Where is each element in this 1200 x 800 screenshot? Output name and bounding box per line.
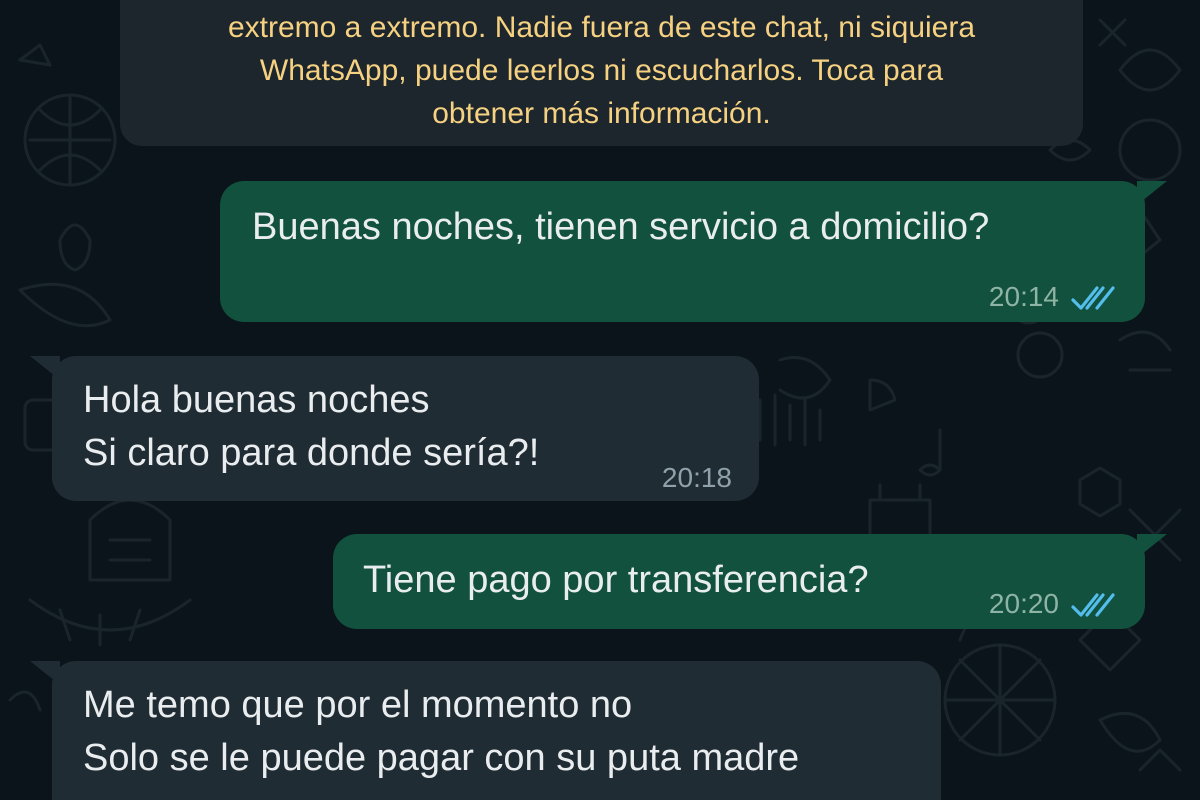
bubble-tail [1137, 181, 1167, 205]
message-time: 20:14 [988, 281, 1059, 312]
encryption-notice-line: extremo a extremo. Nadie fuera de este c… [227, 11, 976, 44]
message-bubble-outgoing[interactable]: Tiene pago por transferencia? 20:20 [333, 534, 1167, 629]
double-check-icon [1071, 593, 1115, 617]
message-meta: 20:14 [989, 273, 1119, 321]
message-bubble-incoming[interactable]: Me temo que por el momento no Solo se le… [30, 661, 941, 800]
message-text: Tiene pago por transferencia? [363, 559, 869, 601]
encryption-notice-line: WhatsApp, puede leerlos ni escucharlos. … [259, 54, 944, 87]
message-text-line: Si claro para donde sería?! [83, 432, 540, 474]
message-bubble-incoming[interactable]: Hola buenas noches Si claro para donde s… [30, 356, 759, 502]
message-bubble-outgoing[interactable]: Buenas noches, tienen servicio a domicil… [220, 181, 1167, 322]
message-time: 20:20 [988, 588, 1059, 619]
message-text-line: Hola buenas noches [83, 379, 430, 421]
message-text: Buenas noches, tienen servicio a domicil… [252, 206, 990, 248]
bubble-tail [1137, 534, 1167, 558]
message-text-line: Solo se le puede pagar con su puta madre [83, 737, 800, 779]
encryption-notice-line: obtener más información. [432, 97, 771, 130]
chat-area[interactable]: extremo a extremo. Nadie fuera de este c… [0, 0, 1200, 800]
message-text-line: Me temo que por el momento no [83, 684, 633, 726]
message-meta: 20:20 [989, 580, 1119, 628]
double-check-icon [1071, 286, 1115, 310]
bubble-tail [30, 356, 60, 380]
encryption-notice[interactable]: extremo a extremo. Nadie fuera de este c… [120, 0, 1083, 146]
message-time: 20:18 [661, 462, 732, 493]
message-meta: 20:18 [662, 454, 732, 502]
bubble-tail [30, 661, 60, 685]
encryption-notice-text: extremo a extremo. Nadie fuera de este c… [120, 6, 1083, 135]
